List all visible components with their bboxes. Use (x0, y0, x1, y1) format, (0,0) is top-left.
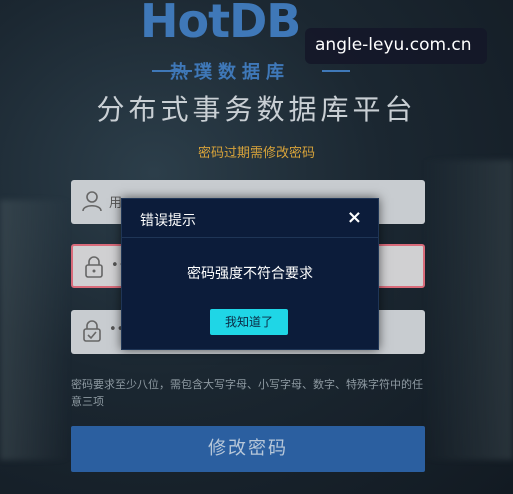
page-title: 分布式事务数据库平台 (96, 93, 417, 126)
watermark: angle-leyu.com.cn (305, 28, 487, 64)
logo-line-right (322, 70, 350, 72)
lock-check-icon (83, 320, 101, 342)
background-blur-left (0, 200, 70, 460)
acknowledge-button[interactable]: 我知道了 (210, 309, 288, 335)
logo-text: HotDB (140, 0, 301, 48)
expired-notice: 密码过期需修改密码 (197, 146, 315, 161)
background-blur-right (423, 160, 513, 460)
change-password-button[interactable]: 修改密码 (71, 426, 425, 472)
user-icon (82, 191, 102, 212)
dialog-title: 错误提示 (140, 213, 196, 229)
logo-subtitle: 热璞数据库 (170, 62, 290, 83)
lock-icon (85, 256, 103, 278)
dialog-message: 密码强度不符合要求 (187, 266, 313, 282)
error-dialog: 错误提示 × 密码强度不符合要求 我知道了 (121, 198, 379, 350)
dialog-header: 错误提示 × (122, 199, 378, 238)
close-icon[interactable]: × (347, 207, 362, 228)
watermark-text: angle-leyu.com.cn (315, 35, 472, 55)
password-requirement-hint: 密码要求至少八位，需包含大写字母、小写字母、数字、特殊字符中的任意三项 (71, 378, 423, 408)
